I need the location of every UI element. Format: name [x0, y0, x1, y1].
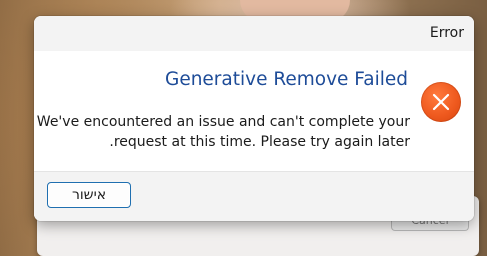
error-message-line-1: We've encountered an issue and can't com… — [36, 114, 410, 130]
dialog-title: Error — [429, 25, 464, 41]
error-dialog: Error Generative Remove Failed We've enc… — [34, 16, 474, 221]
ok-button[interactable]: אישור — [47, 182, 131, 208]
error-headline: Generative Remove Failed — [164, 69, 408, 90]
error-message-line-2: .request at this time. Please try again … — [109, 134, 410, 150]
dialog-footer: אישור — [34, 171, 474, 221]
dialog-titlebar: Error — [34, 16, 474, 51]
error-x-icon — [421, 82, 461, 122]
dialog-content: Generative Remove Failed We've encounter… — [34, 51, 474, 171]
